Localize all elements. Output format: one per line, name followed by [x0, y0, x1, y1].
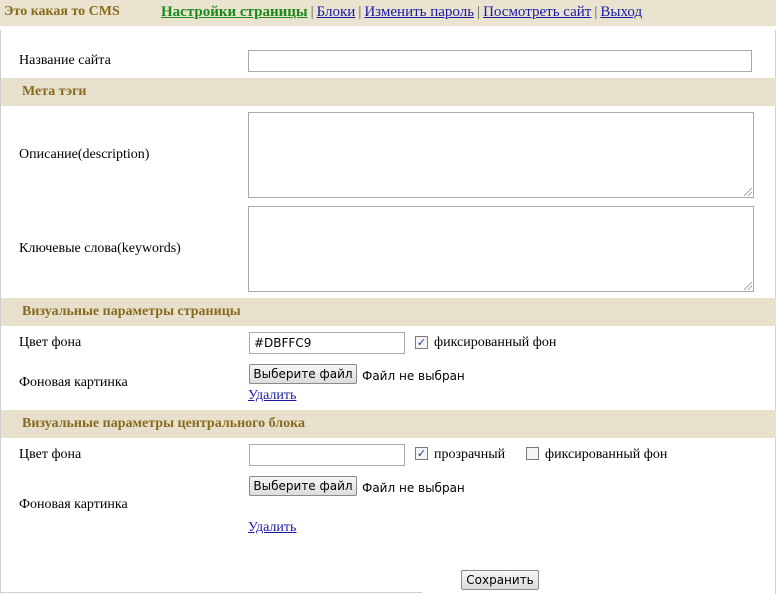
nav-logout-link[interactable]: Выход: [600, 4, 642, 20]
block-transparent-checkbox[interactable]: ✓: [415, 447, 428, 460]
nav-view-site-link[interactable]: Посмотреть сайт: [483, 4, 591, 20]
block-fixed-bg-label: фиксированный фон: [545, 447, 668, 462]
block-file-status: Файл не выбран: [362, 481, 465, 495]
top-bar: Это какая то CMS Настройки страницы | Блок…: [0, 0, 776, 26]
block-bg-image-label: Фоновая картинка: [19, 497, 128, 512]
resize-grip-icon[interactable]: [744, 188, 752, 196]
page-bg-color-input[interactable]: [249, 332, 405, 354]
nav-separator: |: [477, 4, 481, 20]
cms-brand: Это какая то CMS: [4, 4, 120, 19]
nav-change-password-link[interactable]: Изменить пароль: [364, 4, 474, 20]
page-bg-color-label: Цвет фона: [19, 335, 82, 350]
description-label: Описание(description): [19, 147, 150, 162]
block-visual-section-header: Визуальные параметры центрального блока: [1, 410, 776, 438]
nav-separator: |: [310, 4, 314, 20]
page-visual-section-title: Визуальные параметры страницы: [22, 304, 241, 319]
meta-tags-section-title: Мета тэги: [22, 84, 87, 99]
top-nav: Настройки страницы | Блоки | Изменить пароль…: [161, 4, 642, 21]
meta-tags-section-header: Мета тэги: [1, 78, 776, 106]
site-name-input[interactable]: [248, 50, 752, 72]
panel-bottom-border: [0, 592, 422, 593]
site-name-label: Название сайта: [19, 53, 111, 68]
nav-separator: |: [358, 4, 362, 20]
nav-page-settings-link[interactable]: Настройки страницы: [161, 4, 308, 20]
page-file-status: Файл не выбран: [362, 369, 465, 383]
page-fixed-bg-label: фиксированный фон: [434, 335, 557, 350]
save-button[interactable]: Сохранить: [461, 570, 539, 590]
block-choose-file-button[interactable]: Выберите файл: [249, 476, 357, 496]
page-visual-section-header: Визуальные параметры страницы: [1, 298, 776, 326]
keywords-textarea[interactable]: [248, 206, 754, 292]
block-fixed-bg-checkbox[interactable]: [526, 447, 539, 460]
block-bg-color-label: Цвет фона: [19, 447, 82, 462]
page-fixed-bg-checkbox[interactable]: ✓: [415, 336, 428, 349]
page-choose-file-button[interactable]: Выберите файл: [249, 364, 357, 384]
page-bg-image-label: Фоновая картинка: [19, 375, 128, 390]
block-delete-image-link[interactable]: Удалить: [248, 520, 296, 536]
block-transparent-label: прозрачный: [434, 447, 506, 462]
keywords-label: Ключевые слова(keywords): [19, 241, 181, 256]
block-visual-section-title: Визуальные параметры центрального блока: [22, 416, 306, 431]
description-textarea[interactable]: [248, 112, 754, 198]
block-bg-color-input[interactable]: [249, 444, 405, 466]
page-delete-image-link[interactable]: Удалить: [248, 388, 296, 404]
nav-blocks-link[interactable]: Блоки: [317, 4, 356, 20]
resize-grip-icon[interactable]: [744, 282, 752, 290]
